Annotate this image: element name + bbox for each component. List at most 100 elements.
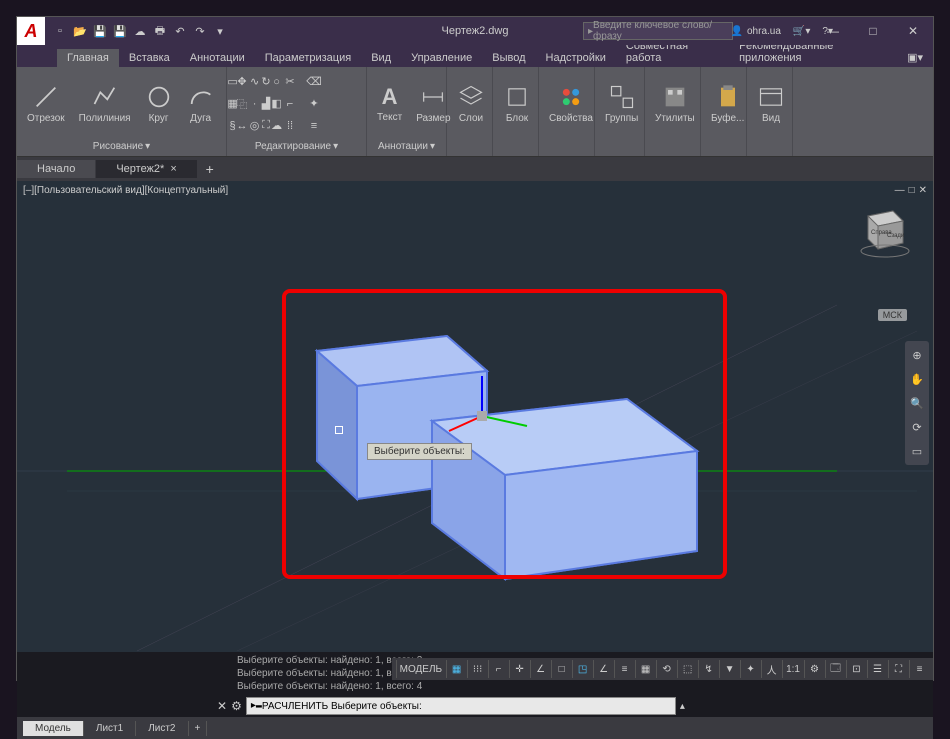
qat-new-icon[interactable]: ▫ [51, 22, 69, 40]
status-workspace-icon[interactable]: ⚙ [804, 660, 824, 678]
qat-cloud-icon[interactable]: ☁ [131, 22, 149, 40]
qat-saveas-icon[interactable]: 💾 [111, 22, 129, 40]
status-scale-icon[interactable]: 1:1 [782, 660, 803, 678]
status-dynucs-icon[interactable]: ↯ [698, 660, 718, 678]
copy-icon[interactable]: ⿻ [231, 94, 253, 114]
nav-pan-icon[interactable]: ✋ [905, 368, 929, 390]
layout-add-button[interactable]: + [189, 721, 208, 736]
properties-button[interactable]: Свойства [543, 81, 599, 126]
close-button[interactable]: ✕ [893, 17, 933, 45]
trim-icon[interactable]: ✂ [279, 72, 301, 92]
layers-label: Слои [459, 113, 483, 124]
status-isodraft-icon[interactable]: ∠ [530, 660, 550, 678]
doc-tab-start[interactable]: Начало [17, 160, 95, 178]
tab-insert[interactable]: Вставка [119, 49, 180, 67]
move-icon[interactable]: ✥ [231, 72, 253, 92]
utilities-button[interactable]: Утилиты [649, 81, 701, 126]
cmd-close-icon[interactable]: ✕ [217, 699, 227, 713]
panel-properties: Свойства [539, 67, 595, 156]
polyline-label: Полилиния [79, 113, 131, 124]
nav-orbit-icon[interactable]: ⟳ [905, 416, 929, 438]
app-logo[interactable]: A [17, 17, 45, 45]
tab-output[interactable]: Вывод [482, 49, 535, 67]
viewport[interactable]: [–][Пользовательский вид][Концептуальный… [17, 181, 933, 652]
status-hardware-icon[interactable]: ⊡ [846, 660, 866, 678]
navigation-bar: ⊕ ✋ 🔍 ⟳ ▭ [905, 341, 929, 465]
status-custom-icon[interactable]: ≡ [909, 660, 929, 678]
status-clean-icon[interactable]: ⛶ [888, 660, 908, 678]
add-tab-button[interactable]: + [198, 159, 222, 179]
minimize-button[interactable]: — [813, 17, 853, 45]
status-cycling-icon[interactable]: ⟲ [656, 660, 676, 678]
status-ortho-icon[interactable]: ⌐ [488, 660, 508, 678]
stretch-icon[interactable]: ↔ [231, 116, 253, 136]
qat-save-icon[interactable]: 💾 [91, 22, 109, 40]
block-button[interactable]: Блок [497, 81, 537, 126]
tab-parametric[interactable]: Параметризация [255, 49, 361, 67]
rotate-icon[interactable]: ↻ [255, 72, 277, 92]
tab-annotate[interactable]: Аннотации [180, 49, 255, 67]
clipboard-button[interactable]: Буфе... [705, 81, 750, 126]
cmd-expand-icon[interactable]: ▴ [680, 701, 685, 712]
tab-addins[interactable]: Надстройки [536, 49, 616, 67]
status-3dosnap-icon[interactable]: ◳ [572, 660, 592, 678]
explode-icon[interactable]: ✦ [303, 94, 325, 114]
status-osnap-icon[interactable]: □ [551, 660, 571, 678]
status-otrack-icon[interactable]: ∠ [593, 660, 613, 678]
line-label: Отрезок [27, 113, 65, 124]
layout-tab-model[interactable]: Модель [23, 721, 84, 736]
qat-undo-icon[interactable]: ↶ [171, 22, 189, 40]
mirror-icon[interactable]: ▟ [255, 94, 277, 114]
layers-button[interactable]: Слои [451, 81, 491, 126]
circle-button[interactable]: Круг [139, 81, 179, 126]
qat-plot-icon[interactable]: 🖶 [151, 22, 169, 40]
groups-button[interactable]: Группы [599, 81, 644, 126]
status-snap-icon[interactable]: ⁝⁝⁝ [467, 660, 487, 678]
status-filter-icon[interactable]: ▼ [719, 660, 739, 678]
text-button[interactable]: AТекст [371, 82, 408, 125]
status-grid-icon[interactable]: ▦ [446, 660, 466, 678]
maximize-button[interactable]: □ [853, 17, 893, 45]
cmd-config-icon[interactable]: ⚙ [231, 699, 242, 713]
qat-redo-icon[interactable]: ↷ [191, 22, 209, 40]
line-button[interactable]: Отрезок [21, 81, 71, 126]
tab-manage[interactable]: Управление [401, 49, 482, 67]
layout-tab-sheet2[interactable]: Лист2 [136, 721, 188, 736]
view-button[interactable]: Вид [751, 81, 791, 126]
search-input[interactable]: ▸ Введите ключевое слово/фразу [583, 22, 733, 40]
view-label: Вид [762, 113, 780, 124]
nav-zoom-icon[interactable]: 🔍 [905, 392, 929, 414]
utils-label: Утилиты [655, 113, 695, 124]
status-monitor-icon[interactable]: 🗔 [825, 660, 845, 678]
array-icon[interactable]: ⁞⁞ [279, 116, 301, 136]
status-model[interactable]: МОДЕЛЬ [396, 660, 445, 678]
doc-tab-drawing[interactable]: Чертеж2*× [96, 160, 196, 178]
offset-icon[interactable]: ≡ [303, 116, 325, 136]
tab-expand-icon[interactable]: ▣▾ [897, 48, 933, 67]
status-transparency-icon[interactable]: ▦ [635, 660, 655, 678]
tab-home[interactable]: Главная [57, 49, 119, 67]
fillet-icon[interactable]: ⌐ [279, 94, 301, 114]
tab-view[interactable]: Вид [361, 49, 401, 67]
panel-modify-title[interactable]: Редактирование ▾ [231, 138, 362, 154]
nav-fullnav-icon[interactable]: ⊕ [905, 344, 929, 366]
cart-icon[interactable]: 🛒▾ [793, 26, 810, 37]
layout-tab-sheet1[interactable]: Лист1 [84, 721, 136, 736]
scale-icon[interactable]: ⛶ [255, 116, 277, 136]
status-gizmo-icon[interactable]: ✦ [740, 660, 760, 678]
status-3d-icon[interactable]: ⬚ [677, 660, 697, 678]
nav-showmotion-icon[interactable]: ▭ [905, 440, 929, 462]
qat-dropdown-icon[interactable]: ▾ [211, 22, 229, 40]
polyline-button[interactable]: Полилиния [73, 81, 137, 126]
erase-icon[interactable]: ⌫ [303, 72, 325, 92]
command-input[interactable]: ▸▬ РАСЧЛЕНИТЬ Выберите объекты: [246, 697, 676, 715]
status-annot-icon[interactable]: 人 [761, 660, 781, 678]
panel-draw-title[interactable]: Рисование ▾ [21, 138, 222, 154]
status-lineweight-icon[interactable]: ≡ [614, 660, 634, 678]
status-polar-icon[interactable]: ✛ [509, 660, 529, 678]
arc-button[interactable]: Дуга [181, 81, 221, 126]
panel-annot-title[interactable]: Аннотации ▾ [371, 138, 442, 154]
tab-close-icon[interactable]: × [170, 163, 176, 175]
status-isolate-icon[interactable]: ☰ [867, 660, 887, 678]
qat-open-icon[interactable]: 📂 [71, 22, 89, 40]
